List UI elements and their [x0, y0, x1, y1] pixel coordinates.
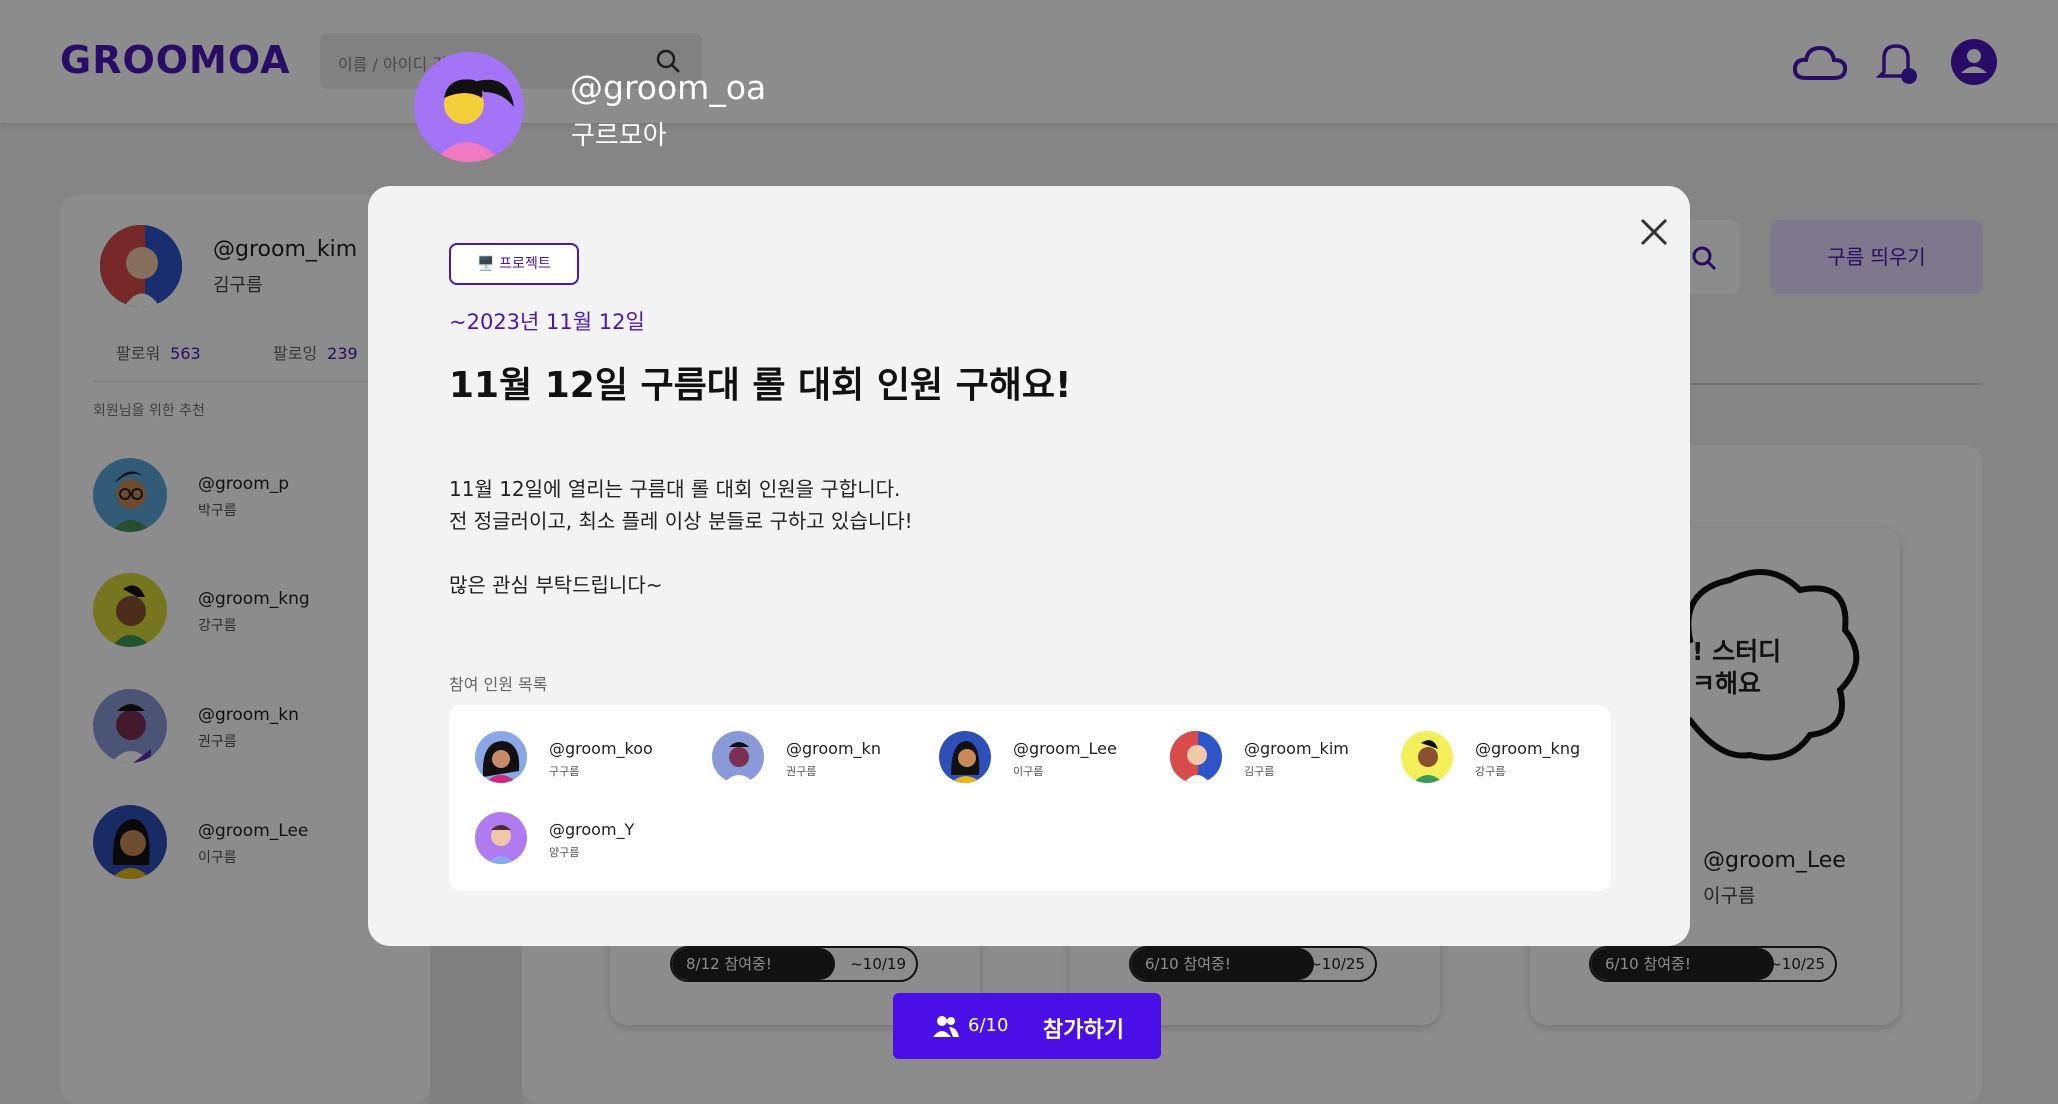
participant-name: 구구름	[549, 765, 580, 778]
participant-name: 김구름	[1244, 765, 1275, 778]
people-icon	[933, 1016, 959, 1037]
avatar	[712, 731, 764, 783]
participant-handle: @groom_kn	[786, 739, 881, 758]
participant-handle: @groom_koo	[549, 739, 653, 758]
current-user-avatar[interactable]	[414, 52, 524, 162]
avatar	[475, 812, 527, 864]
post-body-line	[449, 537, 913, 569]
post-detail-modal: 🖥️ 프로젝트 ~2023년 11월 12일 11월 12일 구름대 롤 대회 …	[368, 186, 1690, 946]
current-user-handle: @groom_oa	[570, 68, 767, 107]
participant-name: 이구름	[1013, 765, 1044, 778]
category-tag: 🖥️ 프로젝트	[449, 243, 579, 285]
participant-count: 6/10	[968, 1015, 1009, 1036]
post-deadline: ~2023년 11월 12일	[449, 310, 645, 334]
join-button[interactable]: 6/10 참가하기	[893, 993, 1161, 1059]
participants-title: 참여 인원 목록	[449, 675, 548, 694]
post-body-line: 전 정글러이고, 최소 플레 이상 분들로 구하고 있습니다!	[449, 509, 913, 533]
participant-handle: @groom_kim	[1244, 739, 1349, 758]
participant-handle: @groom_Lee	[1013, 739, 1117, 758]
participant-name: 강구름	[1475, 765, 1506, 778]
close-icon[interactable]	[1636, 214, 1672, 250]
post-title: 11월 12일 구름대 롤 대회 인원 구해요!	[449, 365, 1072, 406]
post-body-line: 많은 관심 부탁드립니다~	[449, 573, 663, 597]
participant-name: 양구름	[549, 846, 580, 859]
participant-item[interactable]: @groom_koo 구구름	[475, 731, 695, 791]
participant-item[interactable]: @groom_kng 강구름	[1401, 731, 1621, 791]
avatar	[939, 731, 991, 783]
participant-handle: @groom_kng	[1475, 739, 1581, 758]
post-body: 11월 12일에 열리는 구름대 롤 대회 인원을 구합니다. 전 정글러이고,…	[449, 473, 913, 601]
current-user-name: 구르모아	[571, 121, 667, 151]
participant-item[interactable]: @groom_kn 권구름	[712, 731, 932, 791]
participant-name: 권구름	[786, 765, 817, 778]
join-label: 참가하기	[1043, 1018, 1124, 1043]
post-body-line: 11월 12일에 열리는 구름대 롤 대회 인원을 구합니다.	[449, 477, 901, 501]
participant-item[interactable]: @groom_Lee 이구름	[939, 731, 1159, 791]
avatar	[475, 731, 527, 783]
avatar	[1401, 731, 1453, 783]
participant-item[interactable]: @groom_Y 양구름	[475, 812, 695, 872]
participant-item[interactable]: @groom_kim 김구름	[1170, 731, 1390, 791]
avatar	[1170, 731, 1222, 783]
participant-handle: @groom_Y	[549, 820, 635, 839]
participants-list: @groom_koo 구구름 @groom_kn 권구름 @groom_Lee …	[449, 705, 1611, 891]
